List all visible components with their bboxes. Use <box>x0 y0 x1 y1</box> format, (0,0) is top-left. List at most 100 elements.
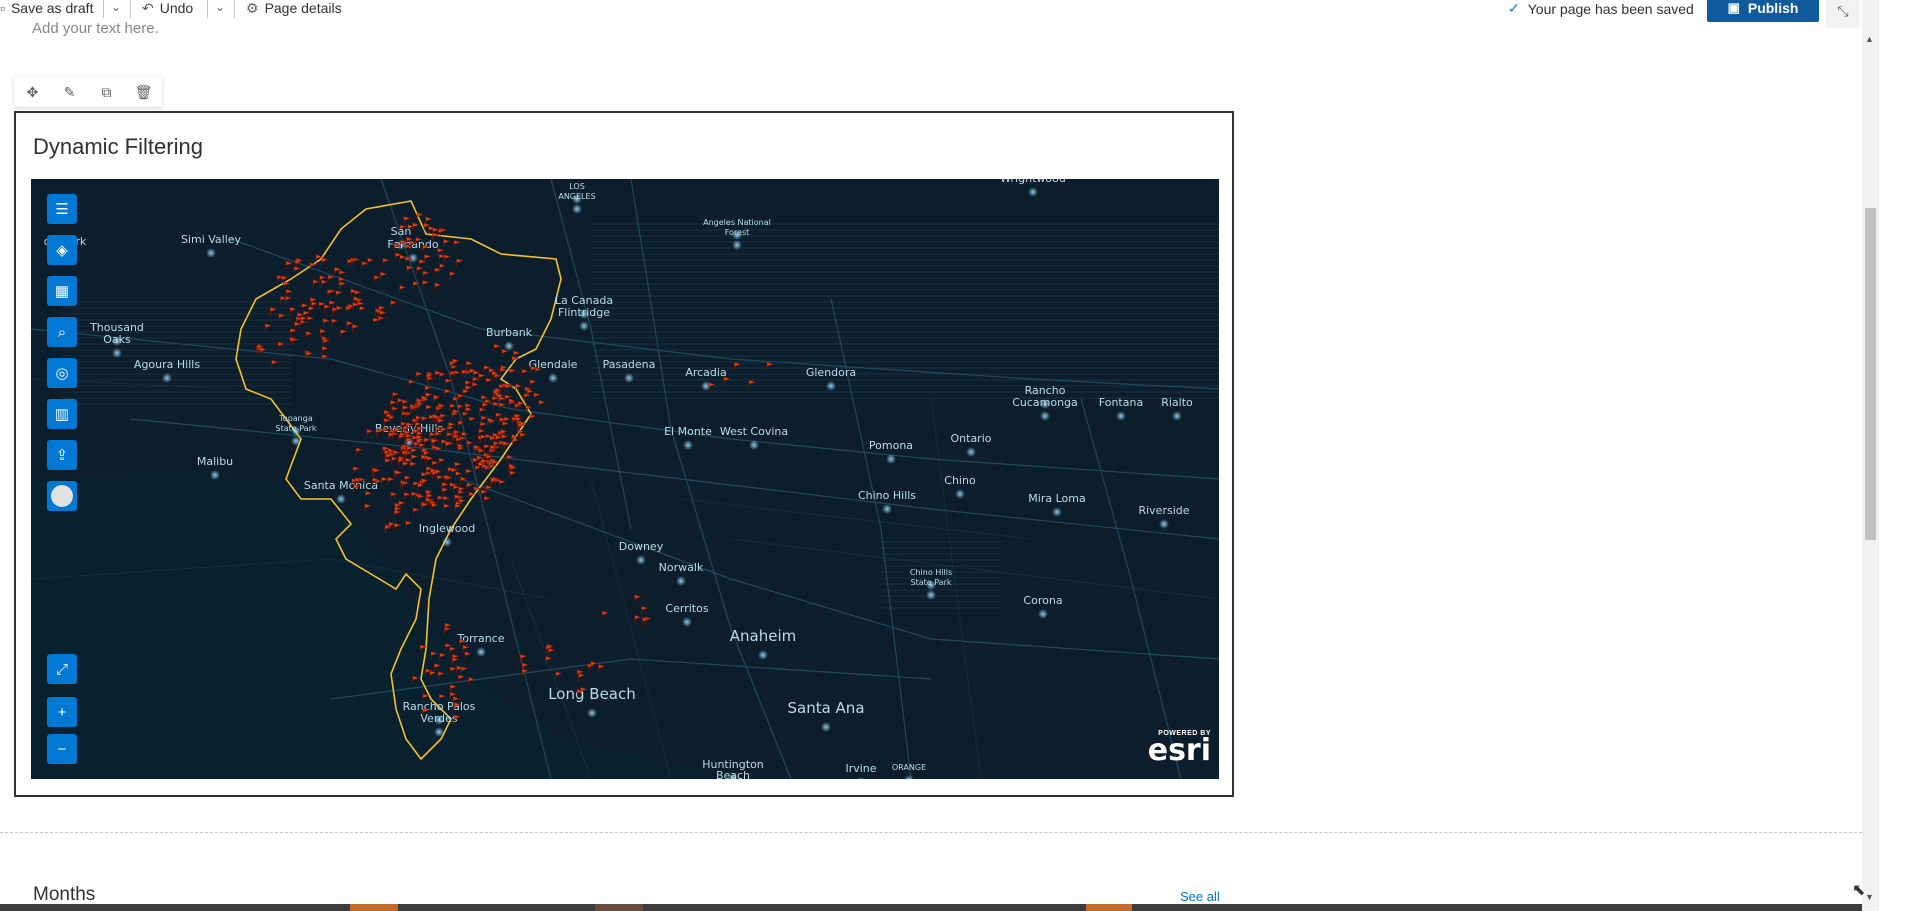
map-label: Santa Ana <box>787 699 864 717</box>
map-label: Irvine <box>845 762 876 775</box>
scrollbar[interactable]: ▲ ▼ <box>1862 0 1879 911</box>
city-glow <box>587 708 597 718</box>
share-icon[interactable]: ⇪ <box>47 440 77 470</box>
save-as-draft-button[interactable]: ▫ Save as draft <box>0 0 93 16</box>
city-glow <box>882 504 892 514</box>
city-glow <box>206 248 216 258</box>
city-glow <box>1159 519 1169 529</box>
divider <box>234 0 235 18</box>
map-label: Norwalk <box>659 561 704 574</box>
preview-swatch <box>350 904 398 911</box>
map-label: Pasadena <box>603 358 656 371</box>
map-label: Forest <box>725 228 750 237</box>
map-label: Burbank <box>486 326 533 339</box>
chart-icon[interactable]: ▥ <box>47 399 77 429</box>
map-label: Beach <box>716 769 750 779</box>
scroll-up-arrow[interactable]: ▲ <box>1865 34 1874 44</box>
city-glow <box>749 440 759 450</box>
measure-icon[interactable]: ◎ <box>47 358 77 388</box>
save-status: ✓ Your page has been saved <box>1508 0 1694 17</box>
layers-icon[interactable]: ◈ <box>47 235 77 265</box>
undo-label: Undo <box>159 0 194 16</box>
city-glow <box>826 381 836 391</box>
duplicate-icon[interactable]: ⧉ <box>88 84 125 101</box>
map-label: Pomona <box>869 439 913 452</box>
city-glow <box>966 447 976 457</box>
map-label: Inglewood <box>419 522 475 535</box>
webpart-toolbar: ✥ ✎ ⧉ 🗑 <box>14 77 162 107</box>
city-glow <box>1038 609 1048 619</box>
map-label: Chino Hills <box>858 489 916 502</box>
user-avatar[interactable] <box>47 481 77 511</box>
map-label: Flintridge <box>558 306 610 319</box>
text-placeholder[interactable]: Add your text here. <box>32 20 159 37</box>
map-label: Malibu <box>197 455 233 468</box>
city-glow <box>624 373 634 383</box>
esri-logo: esri <box>1147 733 1211 768</box>
map-label: Angeles National <box>703 218 771 227</box>
zoom-in-icon[interactable]: + <box>47 697 77 727</box>
scrollbar-thumb[interactable] <box>1865 208 1876 540</box>
map-label: Fontana <box>1099 396 1143 409</box>
edit-icon[interactable]: ✎ <box>51 84 88 101</box>
city-glow <box>1172 411 1182 421</box>
map-label: State Park <box>275 424 316 433</box>
city-glow <box>442 537 452 547</box>
city-glow <box>676 576 686 586</box>
map-view[interactable]: LOSANGELES Wrightwood Angeles NationalFore… <box>31 179 1219 779</box>
map-label: ANGELES <box>558 192 595 201</box>
gear-icon: ⚙ <box>246 0 259 16</box>
map-label: Wrightwood <box>1000 179 1066 185</box>
esri-attribution: POWERED BY esri <box>1147 730 1211 768</box>
map-label: Chino Hills <box>910 568 952 577</box>
command-bar: ▫ Save as draft ⌄ ↶ Undo ⌄ ⚙ Page detail… <box>0 0 1862 30</box>
delete-icon[interactable]: 🗑 <box>125 84 162 101</box>
page-details-button[interactable]: ⚙ Page details <box>246 0 342 16</box>
map-label: Chino <box>944 474 976 487</box>
collapse-icon[interactable]: ⤡ <box>1826 0 1860 28</box>
chevron-down-icon[interactable]: ⌄ <box>210 0 230 16</box>
menu-icon[interactable]: ☰ <box>47 194 77 224</box>
city-glow <box>579 321 589 331</box>
scroll-down-arrow[interactable]: ▼ <box>1865 892 1874 902</box>
undo-button[interactable]: ↶ Undo <box>142 0 193 16</box>
city-glow <box>1116 411 1126 421</box>
chevron-down-icon[interactable]: ⌄ <box>106 0 126 16</box>
avatar <box>51 485 73 507</box>
map-canvas[interactable]: LOSANGELES Wrightwood Angeles NationalFore… <box>31 179 1219 779</box>
fullscreen-icon[interactable]: ⤢ <box>47 654 77 684</box>
city-glow <box>476 647 486 657</box>
next-section-preview <box>0 904 1862 911</box>
map-label: Simi Valley <box>181 233 242 246</box>
mouse-cursor: ⬉ <box>1852 882 1866 899</box>
city-glow <box>1028 187 1038 197</box>
webpart-title: Dynamic Filtering <box>33 134 203 159</box>
publish-button[interactable]: ▣ Publish <box>1707 0 1819 22</box>
search-icon[interactable]: ⌕ <box>47 317 77 347</box>
city-glow <box>548 373 558 383</box>
map-label: Riverside <box>1138 504 1189 517</box>
map-label: West Covina <box>720 425 788 438</box>
move-icon[interactable]: ✥ <box>14 84 51 101</box>
city-glow <box>1052 507 1062 517</box>
page-details-label: Page details <box>264 0 342 16</box>
city-glow <box>112 348 122 358</box>
divider <box>207 0 208 18</box>
undo-icon: ↶ <box>142 0 154 16</box>
save-as-draft-label: Save as draft <box>10 0 94 16</box>
map-label: Arcadia <box>685 366 726 379</box>
map-label: LOS <box>569 182 585 191</box>
months-heading: Months <box>33 884 96 905</box>
map-label: Mira Loma <box>1028 492 1085 505</box>
zoom-out-icon[interactable]: − <box>47 734 77 764</box>
publish-icon: ▣ <box>1727 0 1740 15</box>
publish-label: Publish <box>1747 0 1799 16</box>
section-divider <box>0 832 1862 833</box>
save-icon: ▫ <box>0 0 5 16</box>
city-glow <box>955 489 965 499</box>
basemap-gallery-icon[interactable]: ▦ <box>47 276 77 306</box>
map-label: ORANGE <box>892 763 926 772</box>
see-all-link[interactable]: See all <box>1180 889 1220 904</box>
map-label: Ontario <box>951 432 992 445</box>
map-label: Long Beach <box>548 685 636 703</box>
